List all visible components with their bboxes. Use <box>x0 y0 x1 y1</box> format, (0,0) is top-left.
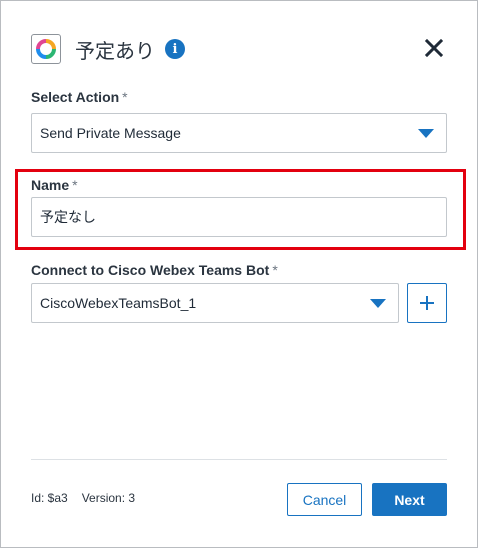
plus-icon <box>420 296 434 310</box>
chevron-down-icon <box>418 129 434 138</box>
connect-bot-value: CiscoWebexTeamsBot_1 <box>40 295 197 311</box>
footer-meta: Id: $a3 Version: 3 <box>31 491 135 505</box>
select-action-label: Select Action * <box>31 89 128 105</box>
select-action-label-text: Select Action <box>31 89 120 105</box>
footer-divider <box>31 459 447 460</box>
highlight-box <box>15 169 466 250</box>
select-action-dropdown[interactable]: Send Private Message <box>31 113 447 153</box>
dialog-header: 予定あり i <box>31 33 185 65</box>
select-action-value: Send Private Message <box>40 125 181 141</box>
connect-bot-label-text: Connect to Cisco Webex Teams Bot <box>31 262 270 278</box>
close-icon[interactable] <box>423 37 445 59</box>
connect-bot-dropdown[interactable]: CiscoWebexTeamsBot_1 <box>31 283 399 323</box>
version-text: Version: 3 <box>81 491 136 505</box>
required-mark: * <box>122 89 128 105</box>
required-mark: * <box>272 262 278 278</box>
dialog-title: 予定あり <box>75 40 155 63</box>
chevron-down-icon <box>370 299 386 308</box>
colorful-ring-icon <box>31 34 61 64</box>
connect-bot-label: Connect to Cisco Webex Teams Bot * <box>31 262 278 278</box>
id-text: Id: $a3 <box>31 491 68 505</box>
cancel-button[interactable]: Cancel <box>287 483 362 516</box>
info-icon[interactable]: i <box>165 39 185 59</box>
dialog-panel: 予定あり i Select Action * Send Private Messa… <box>0 0 478 548</box>
add-bot-button[interactable] <box>407 283 447 323</box>
next-button[interactable]: Next <box>372 483 447 516</box>
